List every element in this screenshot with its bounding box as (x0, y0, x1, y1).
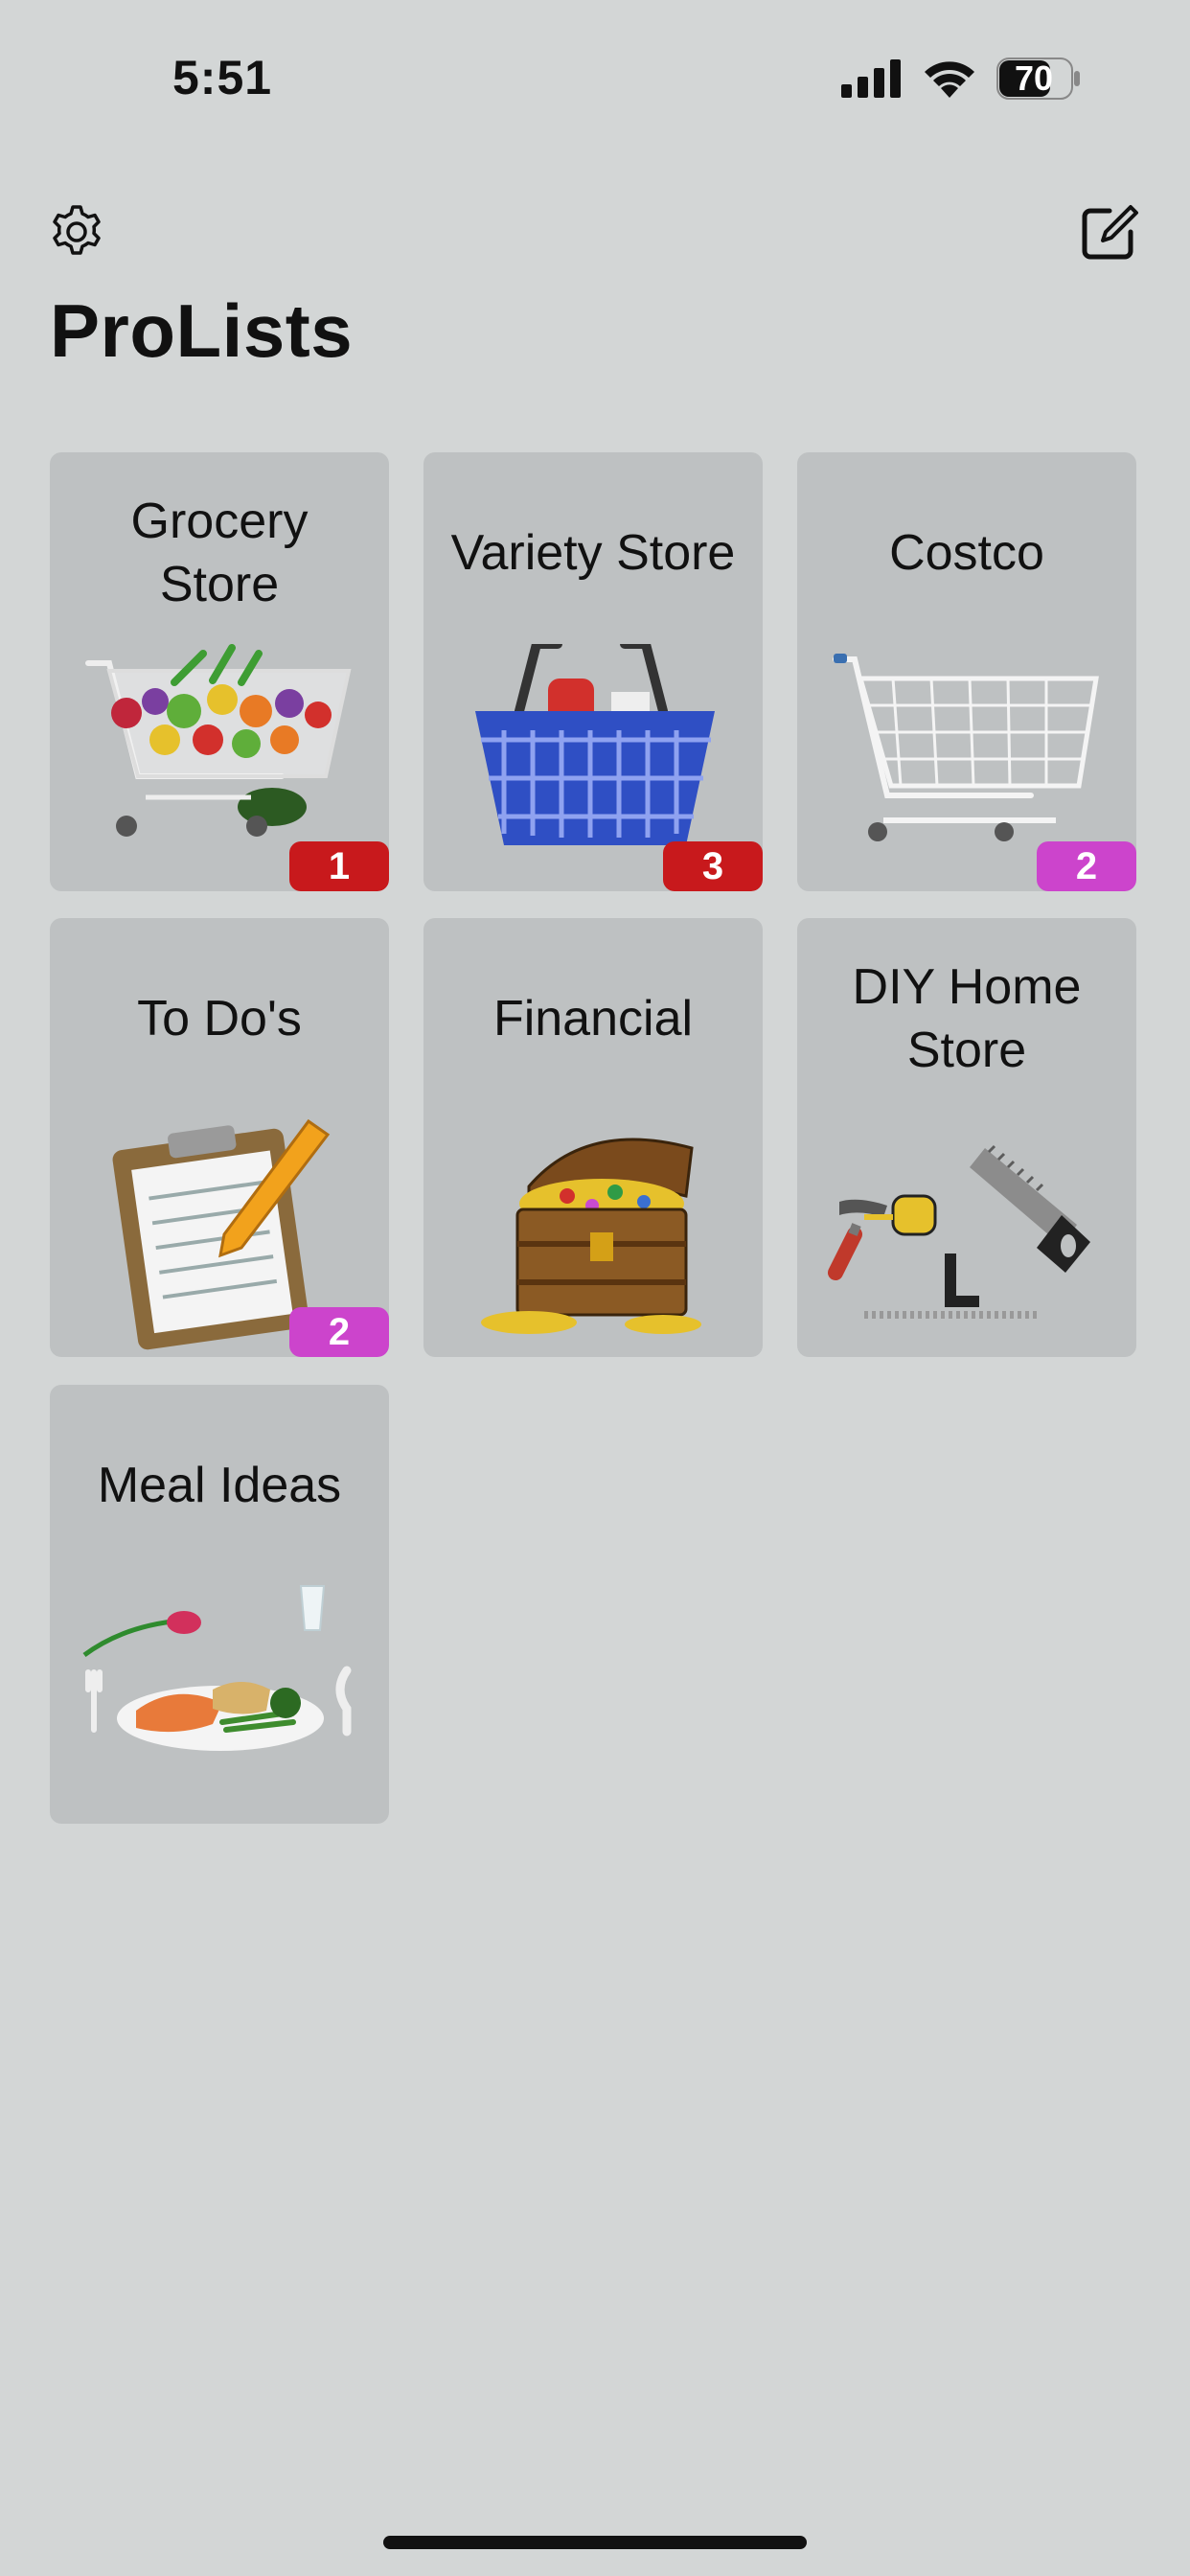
list-tile-diy-home-store[interactable]: DIY Home Store (797, 918, 1136, 1357)
tile-label: Meal Ideas (97, 1458, 342, 1513)
tile-label: To Do's (137, 991, 302, 1046)
list-tile-grocery-store[interactable]: Grocery Store 1 (50, 452, 389, 891)
tile-label: DIY Home Store (852, 959, 1082, 1078)
tile-label: Financial (492, 991, 694, 1046)
list-tile-variety-store[interactable]: Variety Store 3 (423, 452, 763, 891)
signal-icon (841, 59, 901, 98)
tile-label: Grocery Store (130, 494, 309, 612)
meal-plate-icon (82, 1585, 352, 1751)
tools-icon (828, 1144, 1090, 1319)
battery-level: 70 (1014, 58, 1054, 98)
status-time: 5:51 (172, 51, 273, 104)
page-title: ProLists (50, 288, 354, 373)
home-indicator[interactable] (383, 2536, 807, 2549)
wifi-icon (925, 61, 974, 98)
item-count-badge: 2 (1037, 841, 1136, 891)
list-tile-costco[interactable]: Costco 2 (797, 452, 1136, 891)
item-count-badge: 2 (289, 1307, 389, 1357)
list-tile-financial[interactable]: Financial (423, 918, 763, 1357)
list-tile-to-dos[interactable]: To Do's 2 (50, 918, 389, 1357)
tile-label: Variety Store (450, 525, 736, 581)
tile-label: Costco (889, 525, 1044, 581)
compose-icon[interactable] (1081, 203, 1140, 261)
gear-icon[interactable] (48, 203, 105, 261)
item-count-badge: 3 (663, 841, 763, 891)
item-count-badge: 1 (289, 841, 389, 891)
list-tile-meal-ideas[interactable]: Meal Ideas (50, 1385, 389, 1824)
treasure-chest-icon (481, 1138, 701, 1334)
